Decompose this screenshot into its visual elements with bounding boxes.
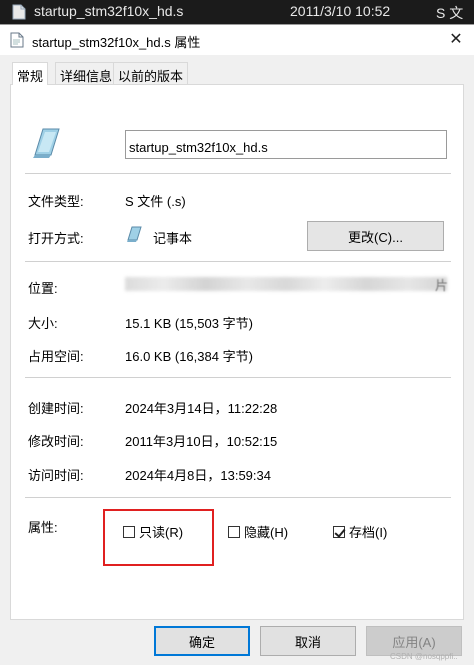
size-on-disk-label: 占用空间: (28, 349, 84, 364)
tab-general[interactable]: 常规 (12, 62, 49, 85)
file-icon (10, 32, 24, 51)
properties-dialog: startup_stm32f10x_hd.s 属性 ✕ 常规 详细信息 以前的版… (0, 24, 474, 665)
location-value-tail: 片 (435, 278, 449, 293)
explorer-file-type: S 文 (436, 5, 464, 21)
ok-button[interactable]: 确定 (154, 626, 250, 656)
general-panel: 文件类型: S 文件 (.s) 打开方式: 记事本 更改(C)... 位置: 片… (10, 84, 464, 620)
explorer-file-row[interactable]: startup_stm32f10x_hd.s 2011/3/10 10:52 S… (0, 0, 474, 24)
hidden-checkbox-box[interactable] (228, 526, 240, 538)
accessed-value: 2024年4月8日，13:59:34 (125, 468, 271, 483)
accessed-label: 访问时间: (28, 468, 84, 483)
title-bar[interactable]: startup_stm32f10x_hd.s 属性 ✕ (0, 25, 474, 55)
modified-value: 2011年3月10日，10:52:15 (125, 434, 278, 449)
dialog-title: startup_stm32f10x_hd.s 属性 (32, 35, 201, 50)
created-value: 2024年3月14日，11:22:28 (125, 401, 278, 416)
close-icon[interactable]: ✕ (444, 28, 468, 52)
size-on-disk-value: 16.0 KB (16,384 字节) (125, 349, 253, 364)
tab-details[interactable]: 详细信息 (55, 62, 118, 84)
created-label: 创建时间: (28, 401, 84, 416)
file-type-label: 文件类型: (28, 194, 84, 209)
size-value: 15.1 KB (15,503 字节) (125, 316, 253, 331)
file-type-value: S 文件 (.s) (125, 194, 186, 209)
highlight-annotation-box (103, 509, 214, 566)
explorer-file-date: 2011/3/10 10:52 (290, 3, 391, 19)
location-label: 位置: (28, 281, 58, 296)
large-file-icon (29, 125, 65, 164)
explorer-file-name: startup_stm32f10x_hd.s (34, 3, 184, 19)
opens-with-value: 记事本 (153, 231, 193, 246)
archive-checkbox-box[interactable] (333, 526, 345, 538)
file-name-input[interactable] (125, 130, 447, 159)
divider (25, 173, 451, 174)
attributes-label: 属性: (28, 520, 58, 535)
size-label: 大小: (28, 316, 58, 331)
change-button[interactable]: 更改(C)... (307, 221, 444, 251)
cancel-button[interactable]: 取消 (260, 626, 356, 656)
divider (25, 497, 451, 498)
hidden-checkbox[interactable]: 隐藏(H) (228, 522, 288, 541)
tab-previous-versions[interactable]: 以前的版本 (113, 62, 189, 84)
hidden-checkbox-label: 隐藏(H) (244, 525, 289, 540)
watermark: CSDN @nosqppfi.. (390, 652, 458, 661)
divider (25, 377, 451, 378)
divider (25, 261, 451, 262)
notepad-icon (125, 225, 143, 246)
opens-with-label: 打开方式: (28, 231, 84, 246)
archive-checkbox[interactable]: 存档(I) (333, 522, 387, 541)
modified-label: 修改时间: (28, 434, 84, 449)
location-value-redacted (125, 277, 447, 291)
file-icon (12, 4, 26, 23)
archive-checkbox-label: 存档(I) (349, 525, 388, 540)
